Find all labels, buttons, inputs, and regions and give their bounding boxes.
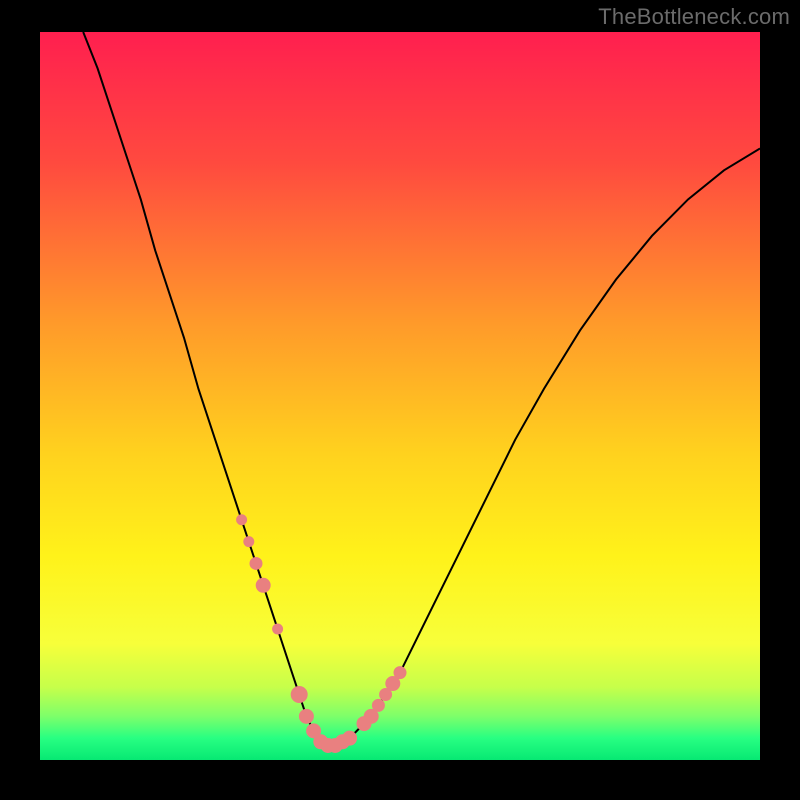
marker-point [237,515,247,525]
marker-point [273,624,283,634]
marker-point [250,557,262,569]
marker-point [244,537,254,547]
chart-svg [40,32,760,760]
marker-point [394,667,406,679]
marker-point [256,578,270,592]
plot-area [40,32,760,760]
chart-frame: TheBottleneck.com [0,0,800,800]
gradient-background [40,32,760,760]
marker-point [343,731,357,745]
watermark-text: TheBottleneck.com [598,4,790,30]
marker-point [291,686,307,702]
marker-point [372,699,384,711]
marker-point [299,709,313,723]
